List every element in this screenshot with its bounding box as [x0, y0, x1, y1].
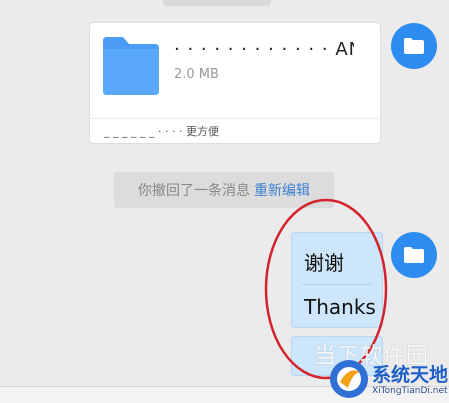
watermark-brand: 系统天地 [372, 364, 449, 386]
recall-text: 你撤回了一条消息 [138, 183, 250, 199]
file-size: 2.0 MB [174, 67, 219, 82]
card-divider [90, 118, 380, 119]
bubble-divider [302, 284, 372, 285]
message-line-english: Thanks [304, 295, 376, 319]
recall-notice: 你撤回了一条消息 重新编辑 [114, 172, 334, 208]
avatar-folder-icon [404, 38, 424, 54]
user-avatar[interactable] [391, 232, 437, 278]
folder-icon [103, 37, 159, 95]
file-name: · · · · · · · · · · · · AN [174, 39, 354, 60]
card-footer-text: _ _ _ _ _ _ · · · · 更方便 [104, 125, 219, 138]
file-message-card[interactable]: · · · · · · · · · · · · AN 2.0 MB _ _ _ … [89, 22, 381, 144]
message-bubble[interactable]: 谢谢 Thanks [291, 232, 383, 328]
watermark-domain: XiTongTianDi.net [372, 386, 448, 396]
user-avatar[interactable] [391, 23, 437, 69]
previous-message-stub [163, 0, 271, 6]
reedit-link[interactable]: 重新编辑 [254, 180, 310, 200]
avatar-folder-icon [404, 247, 424, 263]
watermark-logo-icon [330, 360, 368, 398]
message-line-chinese: 谢谢 [304, 251, 344, 275]
